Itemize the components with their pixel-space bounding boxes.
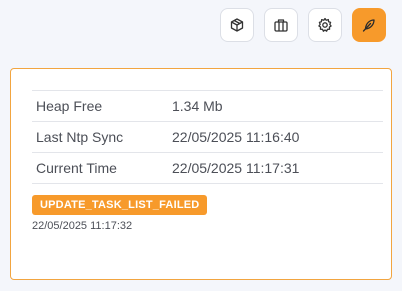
info-row-last-ntp-sync: Last Ntp Sync 22/05/2025 11:16:40 <box>32 121 383 153</box>
info-value: 22/05/2025 11:17:31 <box>168 152 383 184</box>
info-label: Last Ntp Sync <box>32 121 168 153</box>
info-row-heap-free: Heap Free 1.34 Mb <box>32 90 383 122</box>
cube-icon <box>230 18 244 32</box>
briefcase-icon <box>274 19 288 32</box>
info-label: Heap Free <box>32 90 168 122</box>
cube-button[interactable] <box>220 8 254 42</box>
device-info-card: Heap Free 1.34 Mb Last Ntp Sync 22/05/20… <box>10 68 392 280</box>
status-badge: UPDATE_TASK_LIST_FAILED <box>32 195 208 215</box>
info-value: 1.34 Mb <box>168 90 383 122</box>
info-label: Current Time <box>32 152 168 184</box>
toolbar <box>220 8 386 42</box>
status-timestamp: 22/05/2025 11:17:32 <box>32 220 133 232</box>
info-table: Heap Free 1.34 Mb Last Ntp Sync 22/05/20… <box>32 90 383 184</box>
feather-icon <box>362 19 375 32</box>
info-value: 22/05/2025 11:16:40 <box>168 121 383 153</box>
gear-icon <box>318 17 332 32</box>
theme-button[interactable] <box>352 8 386 42</box>
info-row-current-time: Current Time 22/05/2025 11:17:31 <box>32 152 383 184</box>
briefcase-button[interactable] <box>264 8 298 42</box>
settings-button[interactable] <box>308 8 342 42</box>
